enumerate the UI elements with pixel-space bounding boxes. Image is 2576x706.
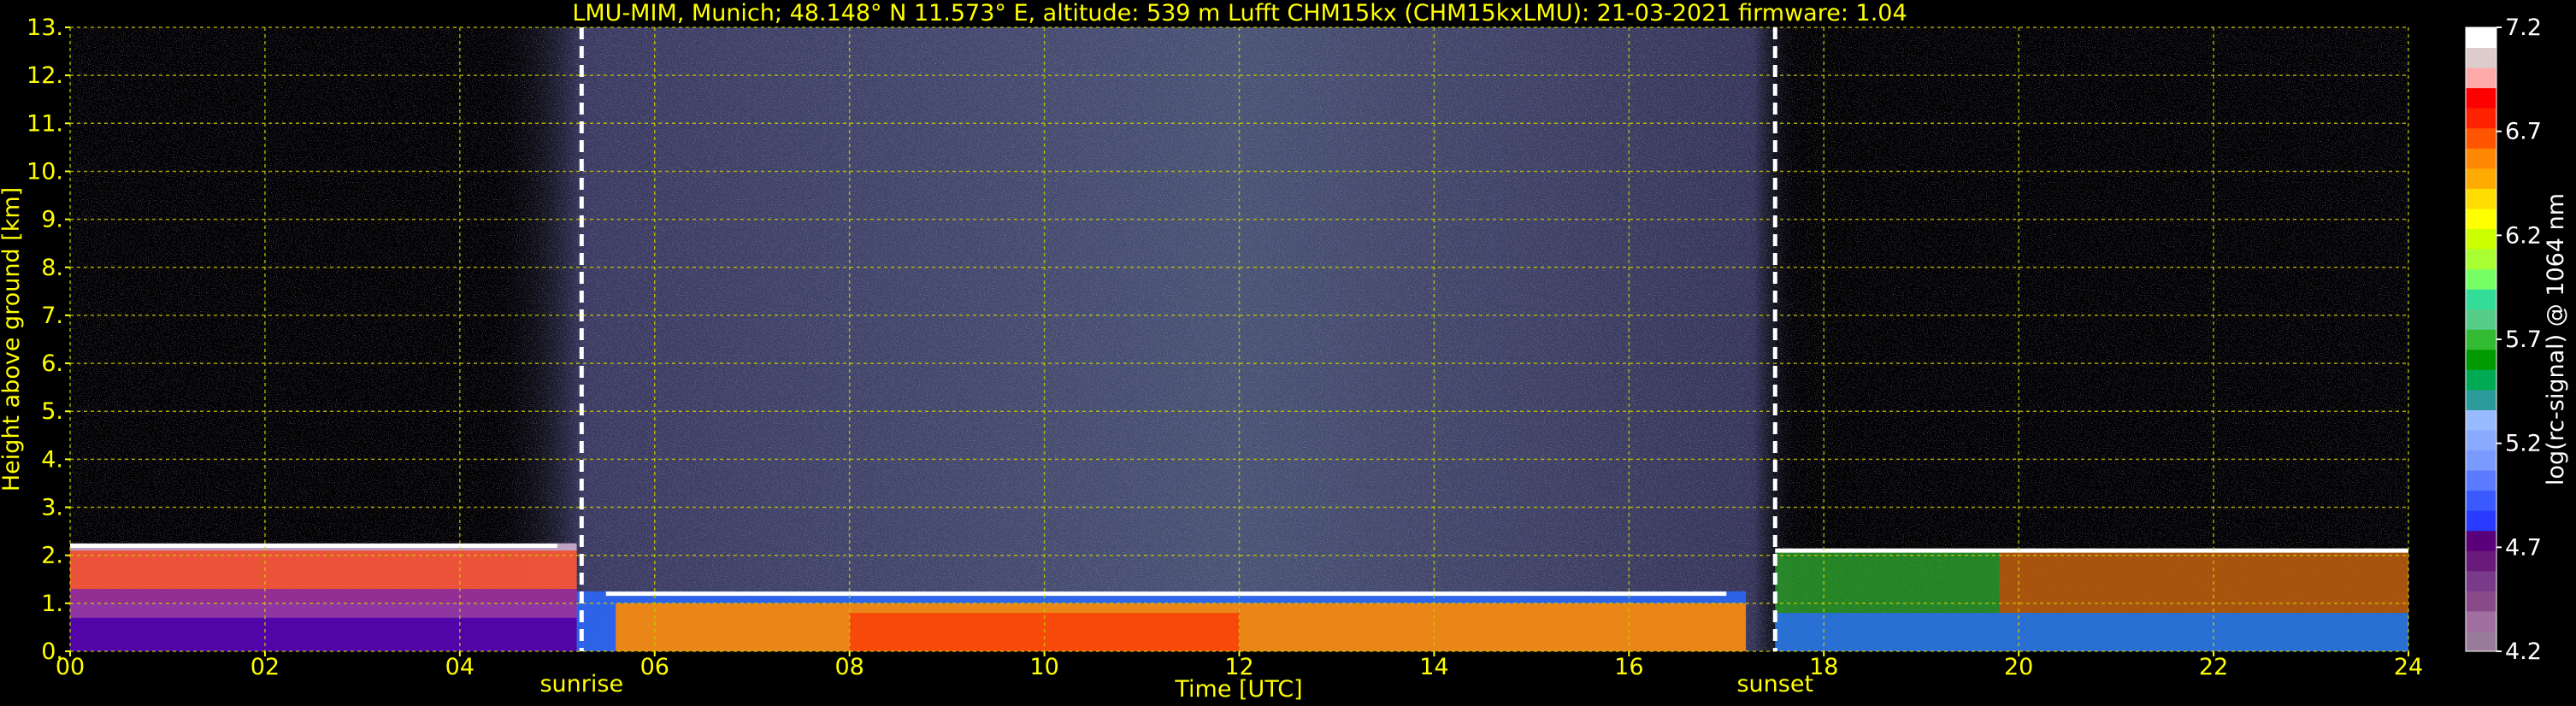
y-axis-ticks: 0. 1. 2. 3. 4. 5. 6. 7. 8. 9. 10. 11. 12. 13. <box>27 15 70 665</box>
layer-band <box>1775 613 2408 651</box>
colorbar-tick-label: 6.2 <box>2505 222 2542 249</box>
colorbar-tick-label: 4.2 <box>2505 638 2542 665</box>
y-tick-label: 5. <box>41 398 63 425</box>
layer-band <box>70 617 577 651</box>
y-tick-label: 10. <box>27 158 63 185</box>
y-tick-label: 0. <box>41 638 63 665</box>
colorbar-swatch <box>2466 168 2496 189</box>
colorbar-tick-label: 5.7 <box>2505 327 2542 353</box>
x-tick-label: 18 <box>1809 654 1838 680</box>
colorbar-swatch <box>2466 631 2496 652</box>
colorbar-swatch <box>2466 550 2496 572</box>
y-tick-label: 6. <box>41 350 63 377</box>
x-tick-label: 10 <box>1029 654 1058 680</box>
colorbar-tick-label: 6.7 <box>2505 119 2542 145</box>
y-tick-label: 1. <box>41 591 63 617</box>
colorbar-swatch <box>2466 47 2496 68</box>
colorbar-swatch <box>2466 188 2496 209</box>
colorbar-swatch <box>2466 369 2496 391</box>
marker-label-sunset: sunset <box>1736 671 1813 697</box>
colorbar-swatch <box>2466 570 2496 591</box>
colorbar-label: log(rc-signal) @ 1064 nm <box>2543 193 2569 485</box>
colorbar-swatch <box>2466 228 2496 250</box>
colorbar-swatch <box>2466 108 2496 129</box>
y-tick-label: 12. <box>27 62 63 89</box>
marker-label-sunrise: sunrise <box>539 671 623 697</box>
x-tick-label: 08 <box>834 654 864 680</box>
colorbar-swatch <box>2466 450 2496 471</box>
colorbar-swatch <box>2466 289 2496 310</box>
colorbar-swatch <box>2466 409 2496 431</box>
colorbar-tick-label: 5.2 <box>2505 431 2542 457</box>
y-axis-label: Height above ground [km] <box>0 187 25 491</box>
y-tick-label: 4. <box>41 446 63 473</box>
colorbar-swatch <box>2466 389 2496 410</box>
colorbar-swatch <box>2466 470 2496 491</box>
colorbar-swatch <box>2466 329 2496 350</box>
y-tick-label: 8. <box>41 255 63 281</box>
colorbar: 7.2 6.7 6.2 5.7 5.2 4.7 4.2 <box>2465 15 2542 665</box>
y-tick-label: 11. <box>27 110 63 137</box>
colorbar-swatch <box>2466 268 2496 290</box>
x-tick-label: 24 <box>2394 654 2423 680</box>
colorbar-swatch <box>2466 591 2496 612</box>
x-tick-label: 14 <box>1419 654 1448 680</box>
colorbar-swatch <box>2466 530 2496 551</box>
colorbar-swatch <box>2466 27 2496 49</box>
colorbar-swatch <box>2466 610 2496 632</box>
lidar-chart: LMU-MIM, Munich; 48.148° N 11.573° E, al… <box>0 0 2569 703</box>
x-tick-label: 02 <box>251 654 280 680</box>
colorbar-tick-label: 7.2 <box>2505 15 2542 41</box>
colorbar-swatch <box>2466 510 2496 532</box>
colorbar-swatch <box>2466 349 2496 370</box>
y-tick-label: 7. <box>41 303 63 329</box>
colorbar-swatch <box>2466 68 2496 89</box>
colorbar-swatch <box>2466 249 2496 270</box>
x-tick-label: 22 <box>2199 654 2228 680</box>
x-tick-label: 20 <box>2004 654 2033 680</box>
chart-title: LMU-MIM, Munich; 48.148° N 11.573° E, al… <box>572 0 1907 26</box>
y-tick-label: 3. <box>41 495 63 521</box>
x-tick-label: 16 <box>1614 654 1643 680</box>
colorbar-swatch <box>2466 429 2496 451</box>
colorbar-swatch <box>2466 87 2496 109</box>
x-axis-label: Time [UTC] <box>1174 676 1302 703</box>
colorbar-tick-label: 4.7 <box>2505 534 2542 561</box>
x-tick-label: 06 <box>640 654 669 680</box>
colorbar-swatch <box>2466 208 2496 229</box>
colorbar-swatch <box>2466 148 2496 169</box>
colorbar-swatch <box>2466 309 2496 330</box>
colorbar-swatch <box>2466 127 2496 149</box>
colorbar-swatch <box>2466 490 2496 511</box>
y-tick-label: 9. <box>41 207 63 233</box>
y-tick-label: 13. <box>27 15 63 41</box>
x-tick-label: 04 <box>445 654 475 680</box>
y-tick-label: 2. <box>41 543 63 569</box>
